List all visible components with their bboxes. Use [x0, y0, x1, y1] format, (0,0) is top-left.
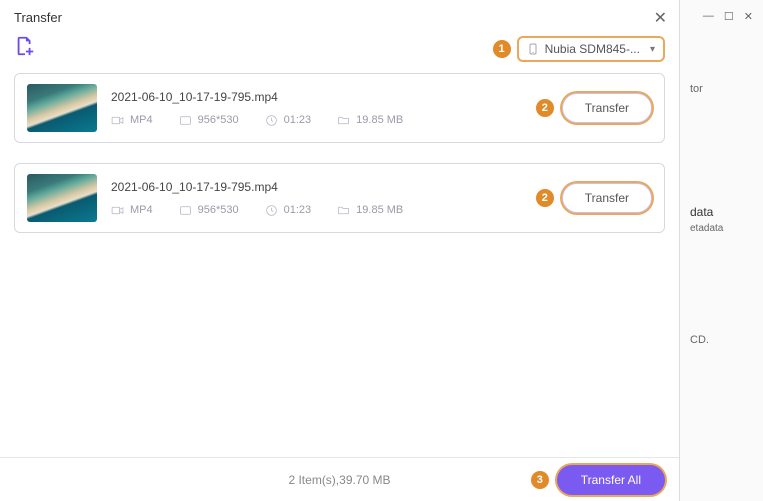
file-name: 2021-06-10_10-17-19-795.mp4	[111, 180, 522, 194]
callout-badge-3: 3	[531, 471, 549, 489]
callout-badge-2: 2	[536, 99, 554, 117]
phone-icon	[527, 42, 539, 56]
size-prop: 19.85 MB	[337, 114, 403, 127]
device-select[interactable]: Nubia SDM845-... ▾	[517, 36, 665, 62]
transfer-all-button[interactable]: Transfer All	[557, 465, 665, 495]
callout-badge-2: 2	[536, 189, 554, 207]
bg-maximize[interactable]: ☐	[724, 10, 734, 23]
transfer-button[interactable]: Transfer	[562, 183, 652, 213]
bg-fragment-1: tor	[690, 83, 753, 95]
transfer-button[interactable]: Transfer	[562, 93, 652, 123]
bg-fragment-4: CD.	[690, 334, 753, 346]
window-title: Transfer	[0, 0, 679, 31]
file-list: 2021-06-10_10-17-19-795.mp4 MP4 956*530 …	[0, 73, 679, 233]
resolution-icon	[179, 204, 192, 217]
resolution-prop: 956*530	[179, 204, 239, 217]
size-prop: 19.85 MB	[337, 204, 403, 217]
close-icon[interactable]: ✕	[654, 8, 667, 28]
duration-prop: 01:23	[265, 114, 312, 127]
file-name: 2021-06-10_10-17-19-795.mp4	[111, 90, 522, 104]
footer-summary: 2 Item(s),39.70 MB	[288, 473, 390, 487]
video-thumbnail	[27, 84, 97, 132]
folder-icon	[337, 204, 350, 217]
device-label: Nubia SDM845-...	[545, 42, 640, 56]
format-prop: MP4	[111, 204, 153, 217]
list-item: 2021-06-10_10-17-19-795.mp4 MP4 956*530 …	[14, 163, 665, 233]
resolution-icon	[179, 114, 192, 127]
video-thumbnail	[27, 174, 97, 222]
chevron-down-icon: ▾	[650, 44, 655, 55]
clock-icon	[265, 204, 278, 217]
bg-fragment-3: etadata	[690, 223, 753, 234]
clock-icon	[265, 114, 278, 127]
resolution-prop: 956*530	[179, 114, 239, 127]
video-icon	[111, 114, 124, 127]
footer-bar: 2 Item(s),39.70 MB 3 Transfer All	[0, 457, 679, 501]
bg-fragment-2: data	[690, 205, 753, 219]
add-file-icon[interactable]	[14, 35, 36, 63]
callout-badge-1: 1	[493, 40, 511, 58]
duration-prop: 01:23	[265, 204, 312, 217]
video-icon	[111, 204, 124, 217]
list-item: 2021-06-10_10-17-19-795.mp4 MP4 956*530 …	[14, 73, 665, 143]
format-prop: MP4	[111, 114, 153, 127]
bg-minimize[interactable]: —	[703, 10, 714, 23]
bg-close[interactable]: ✕	[744, 10, 753, 23]
transfer-window: ✕ Transfer 1 Nubia SDM845-... ▾ 2021-06-…	[0, 0, 680, 501]
folder-icon	[337, 114, 350, 127]
